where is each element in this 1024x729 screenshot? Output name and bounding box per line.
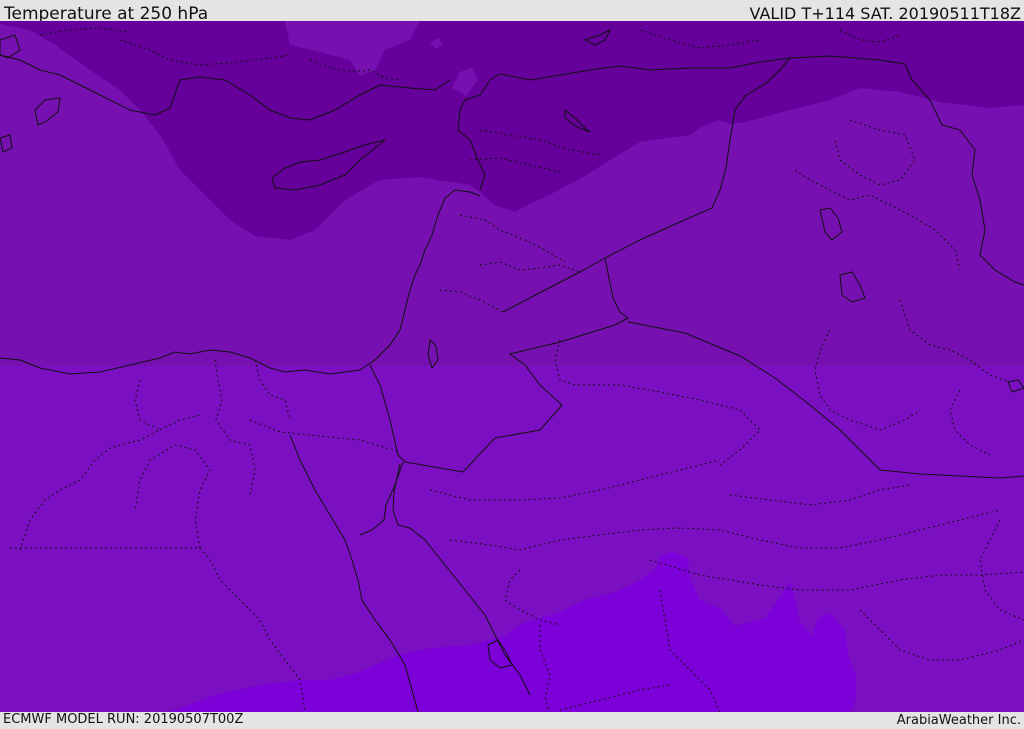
map-header: Temperature at 250 hPa VALID T+114 SAT. … [0,0,1024,24]
map-footer: ECMWF MODEL RUN: 20190507T00Z ArabiaWeat… [0,712,1024,729]
model-run-label: ECMWF MODEL RUN: 20190507T00Z [3,712,244,727]
temperature-patch [1010,148,1024,222]
weather-map-page: Temperature at 250 hPa VALID T+114 SAT. … [0,0,1024,729]
credit-label: ArabiaWeather Inc. [896,713,1021,728]
temperature-map[interactable] [0,21,1024,712]
map-canvas [0,21,1024,712]
